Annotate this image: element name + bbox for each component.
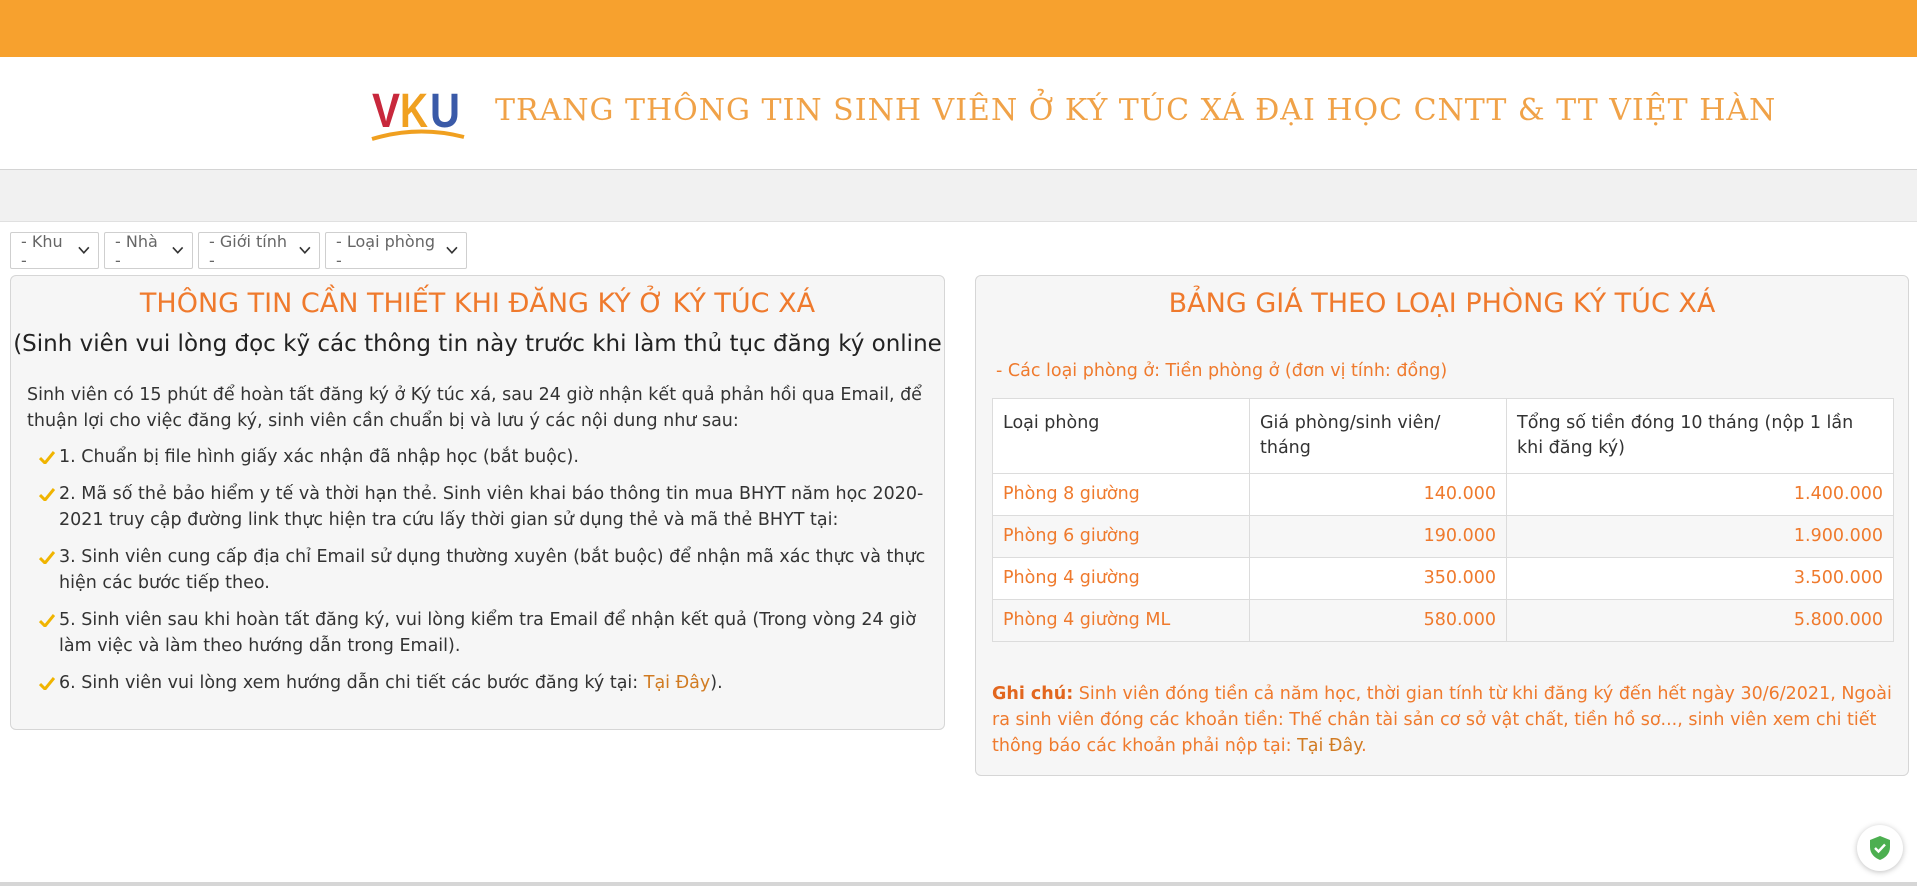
- check-icon: [39, 451, 55, 464]
- price-note: Ghi chú: Sinh viên đóng tiền cả năm học,…: [992, 681, 1894, 759]
- chevron-down-icon: [446, 246, 458, 254]
- chevron-down-icon: [78, 246, 90, 254]
- room-cell: Phòng 8 giường: [992, 473, 1250, 516]
- list-item-text: 5. Sinh viên sau khi hoàn tất đăng ký, v…: [59, 610, 916, 656]
- price-cell: 190.000: [1249, 515, 1507, 558]
- list-item-text: 3. Sinh viên cung cấp địa chỉ Email sử d…: [59, 547, 926, 593]
- list-item-text: 6. Sinh viên vui lòng xem hướng dẫn chi …: [59, 673, 644, 693]
- list-item: 6. Sinh viên vui lòng xem hướng dẫn chi …: [39, 670, 937, 696]
- total-cell: 5.800.000: [1506, 599, 1894, 642]
- site-title: TRANG THÔNG TIN SINH VIÊN Ở KÝ TÚC XÁ ĐẠ…: [495, 93, 1777, 128]
- fees-link[interactable]: Tại Đây: [1297, 736, 1361, 756]
- column-header-room: Loại phòng: [992, 398, 1250, 474]
- security-badge-button[interactable]: [1857, 825, 1903, 871]
- guide-link[interactable]: Tại Đây: [644, 673, 710, 693]
- price-cell: 140.000: [1249, 473, 1507, 516]
- filter-room-type-label: - Loại phòng -: [336, 231, 435, 270]
- total-cell: 1.400.000: [1506, 473, 1894, 516]
- check-icon: [39, 614, 55, 627]
- room-types-line: - Các loại phòng ở: Tiền phòng ở (đơn vị…: [996, 361, 1448, 381]
- table-header-row: Loại phòng Giá phòng/sinh viên/ tháng Tổ…: [992, 398, 1894, 474]
- price-cell: 350.000: [1249, 557, 1507, 600]
- table-row: Phòng 6 giường 190.000 1.900.000: [992, 515, 1894, 558]
- vku-logo[interactable]: V K U: [370, 81, 466, 143]
- chevron-down-icon: [172, 246, 184, 254]
- price-table: Loại phòng Giá phòng/sinh viên/ tháng Tổ…: [992, 398, 1894, 642]
- top-bar: [0, 0, 1917, 57]
- svg-text:V: V: [372, 85, 400, 138]
- total-cell: 1.900.000: [1506, 515, 1894, 558]
- room-cell: Phòng 4 giường: [992, 557, 1250, 600]
- note-text: Sinh viên đóng tiền cả năm học, thời gia…: [992, 684, 1892, 756]
- list-item-suffix: ).: [710, 673, 723, 693]
- note-end: .: [1361, 736, 1367, 756]
- table-row: Phòng 8 giường 140.000 1.400.000: [992, 473, 1894, 516]
- check-icon: [39, 677, 55, 690]
- price-cell: 580.000: [1249, 599, 1507, 642]
- list-item-text: 2. Mã số thẻ bảo hiểm y tế và thời hạn t…: [59, 484, 924, 530]
- list-item: 1. Chuẩn bị file hình giấy xác nhận đã n…: [39, 444, 937, 470]
- bottom-divider: [0, 882, 1917, 886]
- room-cell: Phòng 4 giường ML: [992, 599, 1250, 642]
- filter-nha-select[interactable]: - Nhà -: [104, 231, 193, 270]
- info-checklist: 1. Chuẩn bị file hình giấy xác nhận đã n…: [39, 444, 937, 707]
- note-label: Ghi chú:: [992, 684, 1074, 704]
- filter-khu-label: - Khu -: [21, 231, 63, 270]
- chevron-down-icon: [299, 246, 311, 254]
- table-row: Phòng 4 giường ML 580.000 5.800.000: [992, 599, 1894, 642]
- info-intro: Sinh viên có 15 phút để hoàn tất đăng ký…: [27, 385, 922, 431]
- table-row: Phòng 4 giường 350.000 3.500.000: [992, 557, 1894, 600]
- price-table-panel: BẢNG GIÁ THEO LOẠI PHÒNG KÝ TÚC XÁ - Các…: [975, 275, 1909, 776]
- info-title: THÔNG TIN CẦN THIẾT KHI ĐĂNG KÝ Ở KÝ TÚC…: [139, 288, 816, 319]
- filter-room-type-select[interactable]: - Loại phòng -: [325, 231, 467, 270]
- list-item: 3. Sinh viên cung cấp địa chỉ Email sử d…: [39, 544, 937, 596]
- filter-khu-select[interactable]: - Khu -: [10, 231, 99, 270]
- filter-bar: - Khu - - Nhà - - Giới tính - - Loại phò…: [10, 231, 467, 270]
- column-header-price: Giá phòng/sinh viên/ tháng: [1249, 398, 1507, 474]
- total-cell: 3.500.000: [1506, 557, 1894, 600]
- check-icon: [39, 488, 55, 501]
- site-header: V K U TRANG THÔNG TIN SINH VIÊN Ở KÝ TÚC…: [0, 57, 1917, 170]
- shield-check-icon: [1870, 836, 1890, 860]
- price-title: BẢNG GIÁ THEO LOẠI PHÒNG KÝ TÚC XÁ: [1168, 288, 1716, 319]
- list-item: 5. Sinh viên sau khi hoàn tất đăng ký, v…: [39, 607, 937, 659]
- nav-bar: [0, 170, 1917, 222]
- filter-nha-label: - Nhà -: [115, 231, 158, 270]
- list-item: 2. Mã số thẻ bảo hiểm y tế và thời hạn t…: [39, 481, 937, 533]
- room-cell: Phòng 6 giường: [992, 515, 1250, 558]
- filter-gender-select[interactable]: - Giới tính -: [198, 231, 320, 270]
- column-header-total: Tổng số tiền đóng 10 tháng (nộp 1 lần kh…: [1506, 398, 1894, 474]
- info-subtitle: (Sinh viên vui lòng đọc kỹ các thông tin…: [13, 331, 942, 357]
- filter-gender-label: - Giới tính -: [209, 231, 288, 270]
- check-icon: [39, 551, 55, 564]
- registration-info-panel: THÔNG TIN CẦN THIẾT KHI ĐĂNG KÝ Ở KÝ TÚC…: [10, 275, 945, 730]
- list-item-text: 1. Chuẩn bị file hình giấy xác nhận đã n…: [59, 447, 579, 467]
